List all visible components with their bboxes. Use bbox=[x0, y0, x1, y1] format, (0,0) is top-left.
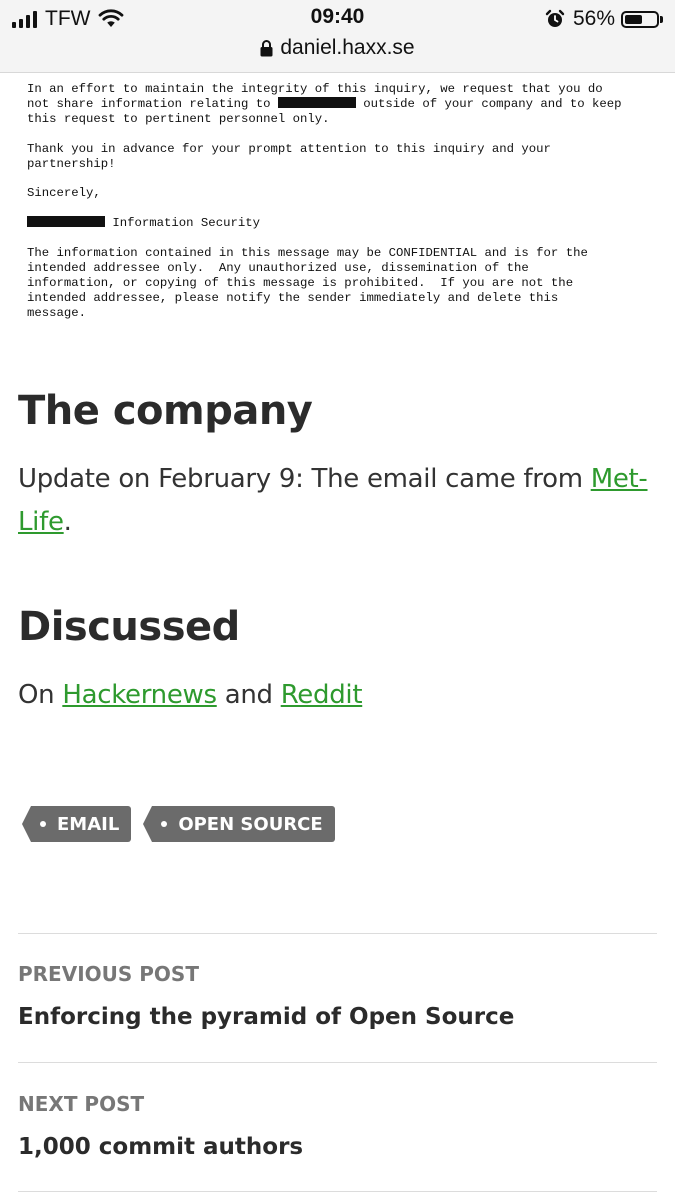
discussed-text: On Hackernews and Reddit bbox=[18, 674, 648, 717]
email-line: intended addressee, please notify the se… bbox=[27, 290, 559, 305]
previous-post-title[interactable]: Enforcing the pyramid of Open Source bbox=[18, 1004, 514, 1030]
company-heading: The company bbox=[18, 388, 313, 434]
company-update-text: Update on February 9: The email came fro… bbox=[18, 458, 648, 544]
signature-department: Information Security bbox=[105, 216, 260, 231]
update-text: Update on February 9: The email came fro… bbox=[18, 464, 591, 494]
email-line: this request to pertinent personnel only… bbox=[27, 111, 330, 126]
discussed-heading: Discussed bbox=[18, 604, 240, 650]
tag-label: OPEN SOURCE bbox=[178, 813, 323, 835]
email-paragraph-integrity: In an effort to maintain the integrity o… bbox=[27, 82, 657, 127]
divider bbox=[18, 933, 657, 934]
battery-level-fill bbox=[625, 14, 642, 24]
email-line: information, or copying of this message … bbox=[27, 275, 574, 290]
divider bbox=[18, 1191, 657, 1192]
tag-open-source[interactable]: OPEN SOURCE bbox=[143, 806, 335, 842]
email-closing: Sincerely, bbox=[27, 186, 101, 201]
hackernews-link[interactable]: Hackernews bbox=[62, 680, 217, 710]
tag-hole-icon bbox=[161, 821, 168, 827]
email-line: partnership! bbox=[27, 156, 116, 171]
email-line: message. bbox=[27, 305, 87, 320]
redaction-bar bbox=[27, 216, 105, 228]
email-disclaimer: The information contained in this messag… bbox=[27, 246, 657, 321]
reddit-link[interactable]: Reddit bbox=[281, 680, 363, 710]
battery-percentage: 56% bbox=[572, 7, 615, 30]
alarm-clock-icon bbox=[545, 9, 565, 27]
discussed-prefix: On bbox=[18, 680, 63, 710]
url-text[interactable]: daniel.haxx.se bbox=[280, 36, 414, 60]
email-screenshot: In an effort to maintain the integrity o… bbox=[27, 82, 657, 335]
email-signature: Information Security bbox=[27, 216, 657, 231]
next-post-label: NEXT POST bbox=[18, 1092, 145, 1116]
email-line: In an effort to maintain the integrity o… bbox=[27, 82, 603, 96]
discussed-conjunction: and bbox=[216, 680, 281, 710]
battery-tip bbox=[660, 15, 663, 23]
email-line: The information contained in this messag… bbox=[27, 245, 588, 260]
address-bar[interactable]: daniel.haxx.se bbox=[0, 34, 675, 62]
email-line: Thank you in advance for your prompt att… bbox=[27, 141, 551, 156]
divider bbox=[18, 1062, 657, 1063]
email-line: intended addressee only. Any unauthorize… bbox=[27, 260, 529, 275]
previous-post-label: PREVIOUS POST bbox=[18, 962, 199, 986]
tag-email[interactable]: EMAIL bbox=[21, 806, 132, 842]
redaction-bar bbox=[277, 96, 356, 108]
battery-icon bbox=[621, 10, 659, 28]
email-paragraph-thanks: Thank you in advance for your prompt att… bbox=[27, 142, 657, 172]
email-line: not share information relating to bbox=[27, 96, 278, 111]
status-bar: TFW 09:40 56% daniel.haxx.se bbox=[0, 0, 675, 73]
tag-hole-icon bbox=[40, 821, 46, 827]
status-right: 56% bbox=[545, 6, 663, 32]
lock-icon bbox=[260, 39, 273, 56]
tag-label: EMAIL bbox=[57, 813, 120, 835]
tag-list: EMAIL OPEN SOURCE bbox=[21, 806, 335, 842]
next-post-title[interactable]: 1,000 commit authors bbox=[18, 1134, 303, 1160]
update-period: . bbox=[63, 507, 72, 537]
email-line: outside of your company and to keep bbox=[355, 96, 622, 111]
